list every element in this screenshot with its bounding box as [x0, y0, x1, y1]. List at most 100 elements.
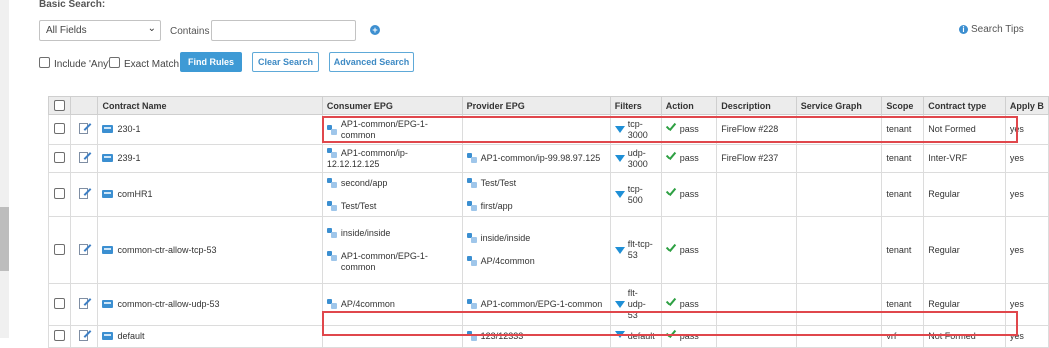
header-consumer-epg[interactable]: Consumer EPG — [321, 96, 463, 115]
description-cell — [716, 216, 797, 284]
row-select-cell[interactable] — [48, 325, 71, 348]
find-rules-button[interactable]: Find Rules — [180, 52, 242, 72]
row-select-cell[interactable] — [48, 114, 71, 145]
row-checkbox[interactable] — [53, 152, 65, 163]
provider-epg-cell — [461, 114, 611, 145]
contract-type-cell: Not Formed — [923, 325, 1006, 348]
contract-name-cell[interactable]: comHR1 — [97, 172, 323, 217]
row-checkbox[interactable] — [53, 243, 65, 255]
filter-cell: default — [609, 325, 662, 348]
consumer-epg[interactable]: AP1-common/EPG-1-common — [341, 251, 451, 273]
consumer-epg[interactable]: second/app — [341, 178, 388, 188]
edit-cell[interactable] — [69, 172, 99, 217]
edit-cell[interactable] — [69, 216, 99, 284]
edit-icon[interactable] — [77, 297, 91, 309]
search-field-select[interactable]: All Fields ⌄ — [39, 20, 161, 41]
edit-icon[interactable] — [77, 243, 91, 255]
contract-icon — [102, 245, 114, 254]
table-row[interactable]: 230-1 AP1-common/EPG-1-common tcp-3000 p… — [48, 114, 1049, 145]
clear-search-button[interactable]: Clear Search — [252, 52, 319, 72]
consumer-epg[interactable]: inside/inside — [341, 228, 391, 238]
table-row[interactable]: common-ctr-allow-tcp-53 inside/inside AP… — [48, 216, 1049, 284]
header-provider-epg[interactable]: Provider EPG — [461, 96, 611, 115]
contract-name-cell[interactable]: 230-1 — [97, 114, 323, 145]
search-tips-link[interactable]: i Search Tips — [959, 24, 1024, 35]
select-all-header[interactable] — [48, 96, 71, 115]
table-row[interactable]: default 123/12333 default pass vrf Not F… — [48, 325, 1049, 348]
header-action[interactable]: Action — [660, 96, 718, 115]
header-description[interactable]: Description — [716, 96, 797, 115]
contract-name[interactable]: common-ctr-allow-udp-53 — [117, 299, 219, 309]
checkbox-icon[interactable] — [39, 57, 50, 68]
consumer-epg[interactable]: Test/Test — [341, 201, 377, 211]
row-select-cell[interactable] — [48, 283, 71, 326]
provider-epg[interactable]: Test/Test — [481, 178, 517, 188]
edit-icon[interactable] — [77, 151, 91, 163]
contract-name-cell[interactable]: default — [97, 325, 323, 348]
header-contract-name[interactable]: Contract Name — [97, 96, 323, 115]
edit-cell[interactable] — [69, 325, 99, 348]
table-row[interactable]: 239-1 AP1-common/ip-12.12.12.125 AP1-com… — [48, 144, 1049, 173]
contract-name[interactable]: common-ctr-allow-tcp-53 — [117, 245, 216, 255]
contract-name-cell[interactable]: 239-1 — [97, 144, 323, 173]
contract-name-cell[interactable]: common-ctr-allow-udp-53 — [97, 283, 323, 326]
scope-cell: tenant — [881, 114, 925, 145]
epg-icon — [466, 331, 477, 341]
consumer-epg[interactable]: AP1-common/ip-12.12.12.125 — [327, 148, 408, 169]
contract-name-cell[interactable]: common-ctr-allow-tcp-53 — [97, 216, 323, 284]
checkbox-icon[interactable] — [109, 57, 120, 68]
header-apply-both[interactable]: Apply B — [1004, 96, 1049, 115]
exact-match-checkbox[interactable]: Exact Match — [109, 57, 179, 70]
include-any-checkbox[interactable]: Include 'Any' — [39, 57, 110, 70]
edit-cell[interactable] — [69, 283, 99, 326]
table-row[interactable]: comHR1 second/app Test/Test Test/Test fi… — [48, 172, 1049, 217]
header-contract-type[interactable]: Contract type — [923, 96, 1006, 115]
edit-icon[interactable] — [77, 187, 91, 199]
epg-icon — [466, 299, 477, 309]
provider-epg[interactable]: AP/4common — [481, 256, 535, 266]
provider-epg-cell: AP1-common/EPG-1-common — [461, 283, 611, 326]
contract-type-cell: Regular — [923, 283, 1006, 326]
consumer-epg[interactable]: AP/4common — [341, 299, 395, 309]
row-select-cell[interactable] — [48, 216, 71, 284]
description-cell — [716, 172, 797, 217]
provider-epg[interactable]: inside/inside — [481, 233, 531, 243]
filter-name[interactable]: flt-tcp-53 — [628, 239, 656, 261]
header-scope[interactable]: Scope — [881, 96, 925, 115]
left-scrollbar-thumb[interactable] — [0, 207, 9, 271]
filter-cell: udp-3000 — [609, 144, 662, 173]
edit-cell[interactable] — [69, 144, 99, 173]
filter-name[interactable]: default — [628, 331, 655, 341]
row-select-cell[interactable] — [48, 172, 71, 217]
contract-name[interactable]: default — [117, 331, 144, 341]
table-row[interactable]: common-ctr-allow-udp-53 AP/4common AP1-c… — [48, 283, 1049, 326]
provider-epg[interactable]: 123/12333 — [481, 331, 524, 341]
filter-name[interactable]: flt-udp-53 — [628, 288, 646, 321]
row-checkbox[interactable] — [53, 188, 65, 199]
provider-epg[interactable]: first/app — [481, 201, 513, 211]
provider-epg[interactable]: AP1-common/EPG-1-common — [481, 299, 603, 309]
filter-name[interactable]: tcp-3000 — [628, 119, 650, 141]
row-checkbox[interactable] — [53, 123, 65, 134]
select-all-checkbox[interactable] — [53, 99, 65, 111]
row-checkbox[interactable] — [53, 330, 65, 341]
provider-epg[interactable]: AP1-common/ip-99.98.97.125 — [481, 153, 601, 163]
filter-name[interactable]: tcp-500 — [628, 184, 646, 206]
header-service-graph[interactable]: Service Graph — [795, 96, 883, 115]
contract-name[interactable]: 239-1 — [117, 153, 140, 163]
filter-name[interactable]: udp-3000 — [628, 148, 650, 170]
edit-icon[interactable] — [77, 329, 91, 341]
header-filters[interactable]: Filters — [609, 96, 662, 115]
filter-cell: flt-udp-53 — [609, 283, 662, 326]
advanced-search-button[interactable]: Advanced Search — [329, 52, 414, 72]
consumer-epg[interactable]: AP1-common/EPG-1-common — [341, 119, 451, 141]
edit-icon[interactable] — [77, 122, 91, 134]
add-criteria-icon[interactable]: + — [370, 25, 380, 35]
contract-name[interactable]: comHR1 — [117, 189, 152, 199]
search-input[interactable] — [211, 20, 356, 41]
row-select-cell[interactable] — [48, 144, 71, 173]
action-value: pass — [679, 124, 699, 134]
contract-name[interactable]: 230-1 — [117, 124, 140, 134]
row-checkbox[interactable] — [53, 298, 65, 309]
edit-cell[interactable] — [69, 114, 99, 145]
